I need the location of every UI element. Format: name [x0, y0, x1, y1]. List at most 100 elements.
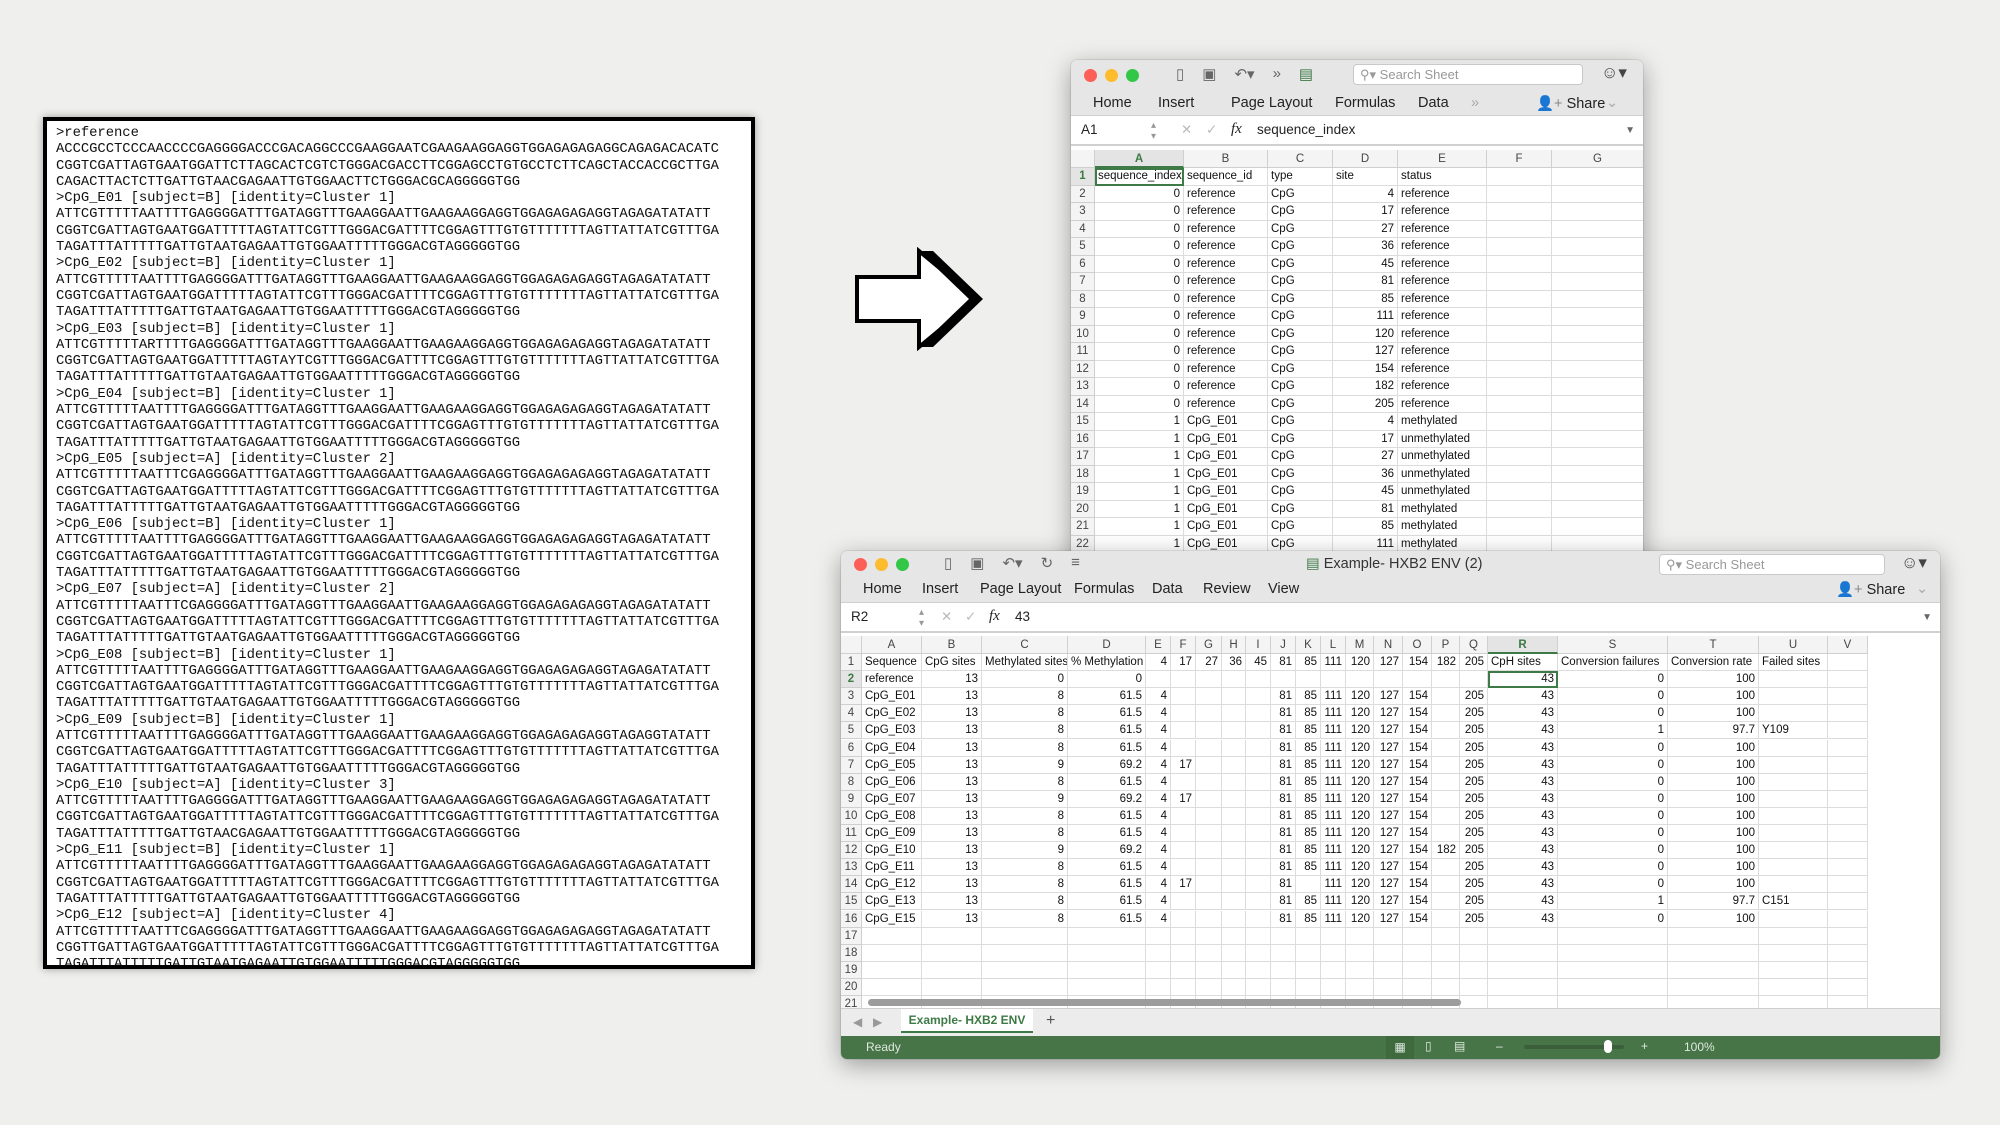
cell[interactable]: 36 [1333, 238, 1398, 256]
tab-review[interactable]: Review [1203, 581, 1251, 597]
cell[interactable]: 154 [1403, 910, 1432, 928]
cell[interactable]: 69.2 [1068, 790, 1146, 808]
cell[interactable]: 0 [1068, 671, 1146, 689]
column-header-j[interactable]: J [1271, 636, 1296, 654]
cell[interactable]: 100 [1668, 807, 1759, 825]
cell[interactable]: 120 [1346, 876, 1374, 894]
row-header[interactable]: 10 [841, 807, 862, 825]
tab-page-layout[interactable]: Page Layout [980, 581, 1061, 597]
spreadsheet-grid[interactable]: A B C D E F G 1 sequence_index sequence_id type sit… [1071, 150, 1643, 580]
column-header-e[interactable]: E [1146, 636, 1171, 654]
cell[interactable]: 1 [1095, 518, 1184, 536]
cell[interactable]: 0 [1558, 773, 1668, 791]
cell[interactable] [1246, 961, 1271, 979]
cell[interactable]: 111 [1321, 773, 1346, 791]
tab-home[interactable]: Home [863, 581, 902, 597]
cell[interactable]: 0 [1558, 739, 1668, 757]
cell[interactable]: CpG_E10 [862, 842, 922, 860]
cell[interactable] [1759, 671, 1828, 689]
cell[interactable] [1196, 671, 1222, 689]
cell[interactable]: 17 [1171, 876, 1196, 894]
row-header[interactable]: 1 [1071, 168, 1095, 186]
cell[interactable] [1759, 825, 1828, 843]
cell[interactable]: 1 [1095, 413, 1184, 431]
cell[interactable]: type [1268, 168, 1333, 186]
cell[interactable]: 120 [1346, 842, 1374, 860]
cell[interactable] [1222, 944, 1246, 962]
cell[interactable]: 0 [1095, 343, 1184, 361]
cell[interactable] [1171, 978, 1196, 996]
column-header-c[interactable]: C [1268, 150, 1333, 168]
cell[interactable] [1552, 378, 1643, 396]
share-button[interactable]: 👤+ Share [1836, 581, 1905, 598]
select-all-corner[interactable] [841, 636, 862, 654]
cell[interactable] [1552, 308, 1643, 326]
cell[interactable]: 0 [1558, 688, 1668, 706]
cell[interactable] [1068, 927, 1146, 945]
cell[interactable]: 9 [982, 790, 1068, 808]
cell[interactable] [1196, 807, 1222, 825]
cell[interactable]: 205 [1460, 773, 1488, 791]
cell[interactable] [1487, 185, 1552, 203]
cell[interactable]: CpG_E12 [862, 876, 922, 894]
cell[interactable] [922, 927, 982, 945]
cell[interactable]: 8 [982, 773, 1068, 791]
cell[interactable]: 69.2 [1068, 756, 1146, 774]
column-header-l[interactable]: L [1321, 636, 1346, 654]
cell[interactable]: 120 [1346, 910, 1374, 928]
cell[interactable]: 205 [1460, 705, 1488, 723]
selected-cell[interactable]: 43 [1488, 671, 1558, 689]
cell[interactable]: 17 [1171, 790, 1196, 808]
name-box-stepper-icon[interactable]: ▴ ▾ [1151, 120, 1156, 142]
cell[interactable]: reference [1184, 290, 1268, 308]
cell[interactable]: 13 [922, 739, 982, 757]
cell[interactable] [1196, 739, 1222, 757]
cell[interactable] [1222, 671, 1246, 689]
cell[interactable]: CpG_E01 [1184, 518, 1268, 536]
cell[interactable]: 81 [1271, 859, 1296, 877]
cell[interactable]: 4 [1146, 654, 1171, 672]
cell[interactable] [1432, 773, 1460, 791]
cell[interactable] [1488, 978, 1558, 996]
cell[interactable] [1460, 671, 1488, 689]
cell[interactable] [1759, 790, 1828, 808]
cell[interactable]: sequence_id [1184, 168, 1268, 186]
cell[interactable] [1558, 978, 1668, 996]
cell[interactable]: 182 [1432, 842, 1460, 860]
cell[interactable]: 81 [1333, 500, 1398, 518]
cell[interactable]: 43 [1488, 910, 1558, 928]
cell[interactable] [1171, 961, 1196, 979]
cell[interactable] [982, 944, 1068, 962]
cell[interactable]: 111 [1321, 654, 1346, 672]
cell[interactable]: 85 [1296, 893, 1321, 911]
cell[interactable] [1196, 790, 1222, 808]
column-header-b[interactable]: B [922, 636, 982, 654]
cell[interactable]: CpG [1268, 290, 1333, 308]
row-header[interactable]: 20 [841, 978, 862, 996]
cell[interactable]: Y109 [1759, 722, 1828, 740]
cell[interactable] [1246, 825, 1271, 843]
cell[interactable] [1488, 961, 1558, 979]
cell[interactable] [1432, 876, 1460, 894]
cell[interactable]: CpG [1268, 448, 1333, 466]
row-header[interactable]: 16 [841, 910, 862, 928]
cell[interactable]: 85 [1296, 739, 1321, 757]
cell[interactable]: 120 [1346, 739, 1374, 757]
cancel-icon[interactable]: ✕ [1181, 122, 1192, 138]
row-header[interactable]: 3 [1071, 203, 1095, 221]
cell[interactable]: 85 [1333, 518, 1398, 536]
row-header[interactable]: 13 [1071, 378, 1095, 396]
cell[interactable]: 0 [1558, 910, 1668, 928]
cell[interactable]: 100 [1668, 671, 1759, 689]
cell[interactable]: 13 [922, 825, 982, 843]
cell[interactable]: CpG [1268, 238, 1333, 256]
cell[interactable]: 182 [1333, 378, 1398, 396]
maximize-button[interactable] [896, 558, 909, 571]
cell[interactable] [1296, 927, 1321, 945]
cell[interactable]: 120 [1346, 722, 1374, 740]
cell[interactable] [1552, 518, 1643, 536]
cell[interactable]: 9 [982, 756, 1068, 774]
cell[interactable]: 205 [1460, 910, 1488, 928]
cell[interactable]: 8 [982, 807, 1068, 825]
cell[interactable]: site [1333, 168, 1398, 186]
